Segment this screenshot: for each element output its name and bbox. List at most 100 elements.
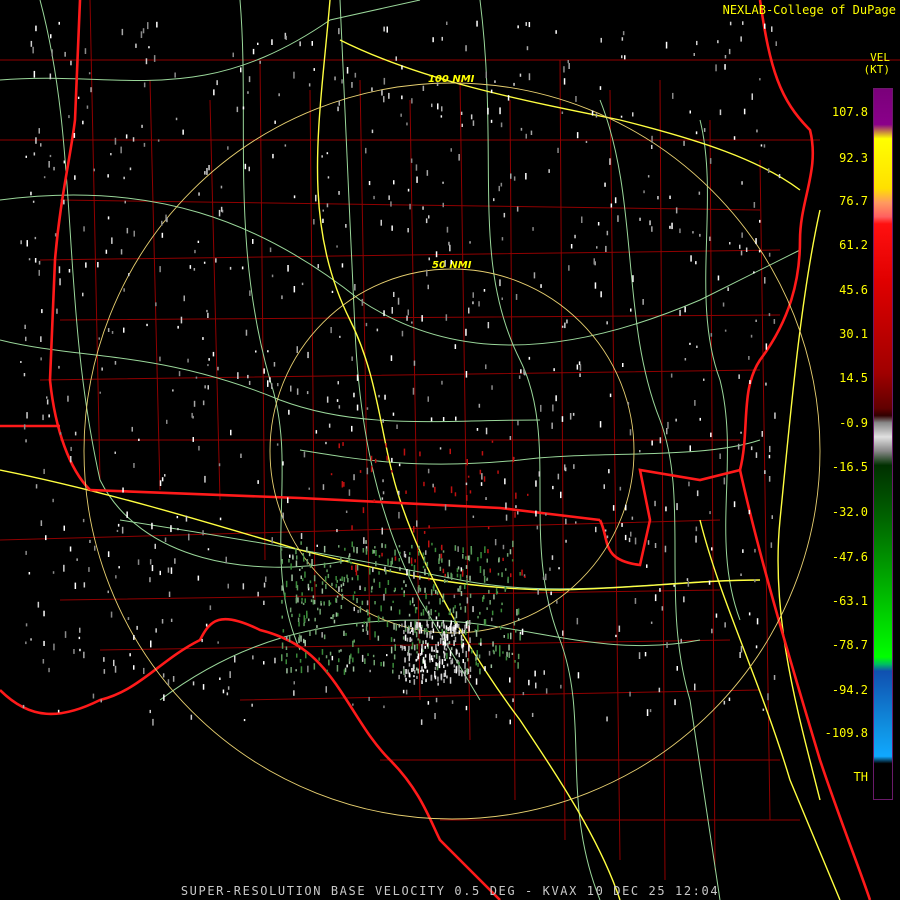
echo-pixel: [659, 437, 662, 444]
echo-pixel: [606, 321, 608, 325]
echo-pixel: [545, 688, 548, 694]
echo-pixel: [161, 220, 163, 226]
echo-pixel: [309, 580, 312, 584]
echo-pixel: [118, 566, 120, 569]
echo-pixel: [351, 577, 354, 581]
echo-pixel: [79, 627, 81, 633]
echo-pixel: [156, 21, 158, 28]
echo-pixel: [116, 529, 119, 532]
echo-pixel: [449, 625, 451, 631]
echo-pixel: [612, 505, 615, 511]
echo-pixel: [689, 445, 691, 452]
echo-pixel: [124, 200, 126, 204]
echo-pixel: [409, 674, 411, 678]
echo-pixel: [333, 619, 336, 624]
echo-pixel: [459, 585, 462, 590]
echo-pixel: [240, 67, 242, 73]
echo-pixel: [420, 612, 423, 616]
echo-pixel: [449, 650, 452, 657]
echo-pixel: [367, 617, 369, 622]
echo-pixel: [426, 170, 429, 176]
echo-pixel: [300, 575, 302, 579]
echo-pixel: [695, 535, 697, 543]
echo-pixel: [574, 234, 576, 239]
echo-pixel: [485, 427, 488, 435]
echo-pixel: [594, 282, 597, 289]
echo-pixel: [300, 541, 302, 545]
echo-pixel: [481, 473, 483, 480]
echo-pixel: [97, 262, 99, 268]
echo-pixel: [510, 173, 512, 179]
echo-pixel: [398, 624, 401, 628]
echo-pixel: [297, 617, 300, 622]
echo-pixel: [741, 232, 743, 238]
echo-pixel: [651, 440, 653, 446]
echo-pixel: [476, 428, 479, 431]
echo-pixel: [710, 432, 712, 438]
echo-pixel: [458, 652, 460, 658]
echo-pixel: [526, 46, 529, 51]
echo-pixel: [298, 613, 301, 617]
echo-pixel: [424, 587, 426, 593]
echo-pixel: [456, 568, 459, 573]
echo-pixel: [455, 666, 458, 674]
echo-pixel: [397, 297, 400, 305]
echo-pixel: [502, 651, 504, 654]
echo-pixel: [472, 606, 474, 613]
echo-pixel: [755, 645, 758, 649]
echo-pixel: [381, 497, 384, 500]
echo-pixel: [341, 588, 343, 592]
echo-pixel: [45, 535, 47, 541]
echo-pixel: [461, 570, 464, 577]
echo-pixel: [458, 154, 460, 161]
echo-pixel: [515, 629, 517, 633]
echo-pixel: [622, 31, 625, 36]
echo-pixel: [68, 269, 71, 273]
echo-pixel: [269, 247, 272, 253]
echo-pixel: [723, 700, 726, 705]
echo-pixel: [392, 669, 394, 674]
echo-pixel: [386, 455, 388, 461]
echo-pixel: [435, 616, 438, 620]
echo-pixel: [202, 684, 205, 690]
echo-pixel: [249, 290, 251, 296]
echo-pixel: [63, 160, 66, 164]
echo-pixel: [654, 594, 657, 602]
echo-pixel: [413, 675, 415, 678]
echo-pixel: [385, 443, 387, 448]
echo-pixel: [296, 346, 298, 353]
echo-pixel: [311, 587, 313, 592]
echo-pixel: [351, 525, 353, 530]
echo-pixel: [343, 630, 345, 636]
echo-pixel: [327, 573, 330, 579]
echo-pixel: [338, 100, 340, 106]
echo-pixel: [409, 631, 411, 634]
echo-pixel: [300, 666, 303, 674]
echo-pixel: [644, 652, 647, 657]
echo-pixel: [724, 64, 726, 70]
echo-pixel: [172, 389, 174, 392]
echo-pixel: [315, 584, 317, 587]
echo-pixel: [469, 666, 472, 672]
echo-pixel: [684, 306, 686, 313]
echo-pixel: [410, 557, 413, 564]
echo-pixel: [441, 628, 443, 634]
echo-pixel: [272, 153, 274, 159]
echo-pixel: [309, 630, 311, 636]
echo-pixel: [432, 37, 434, 43]
echo-pixel: [557, 147, 559, 153]
echo-pixel: [117, 523, 120, 527]
echo-pixel: [105, 249, 108, 254]
echo-pixel: [689, 110, 691, 114]
echo-pixel: [416, 675, 418, 679]
echo-pixel: [741, 181, 743, 185]
echo-pixel: [483, 476, 486, 482]
echo-pixel: [298, 634, 301, 639]
echo-pixel: [288, 635, 291, 642]
echo-pixel: [457, 588, 459, 592]
echo-pixel: [517, 617, 520, 621]
echo-pixel: [49, 73, 52, 80]
echo-pixel: [307, 351, 309, 359]
echo-pixel: [409, 600, 412, 606]
echo-pixel: [222, 689, 225, 694]
